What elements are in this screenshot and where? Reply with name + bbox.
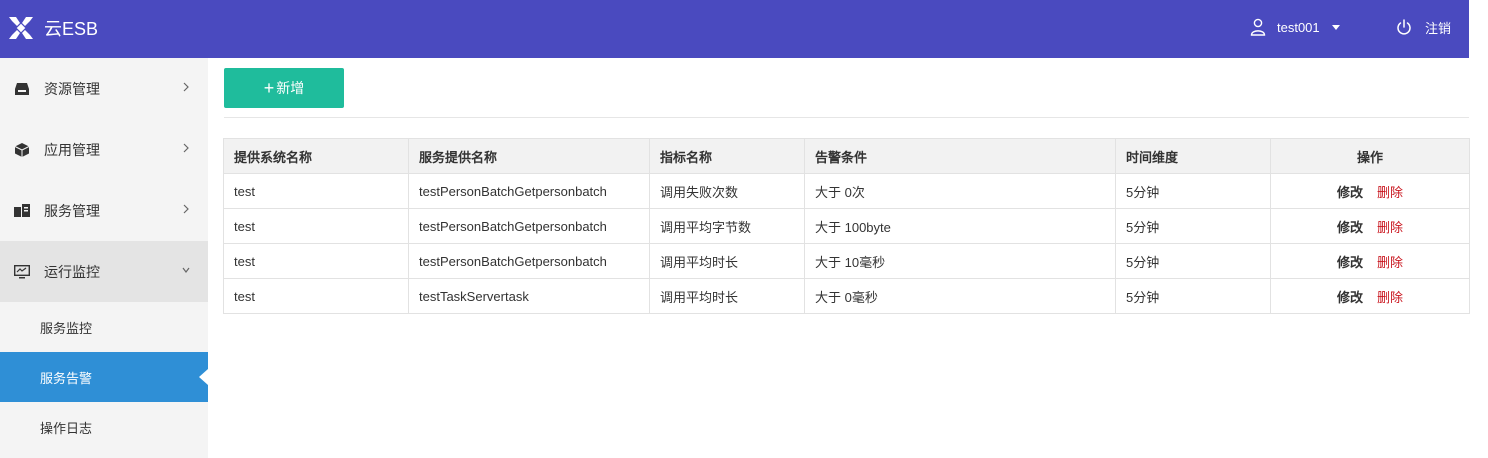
table-row: test testPersonBatchGetpersonbatch 调用平均时… [223,243,1470,279]
cell-metric: 调用失败次数 [649,173,805,209]
cell-service: testPersonBatchGetpersonbatch [408,243,650,279]
table-row: test testPersonBatchGetpersonbatch 调用失败次… [223,173,1470,209]
app-title: 云ESB [44,19,99,39]
divider [224,117,1469,118]
cell-service: testPersonBatchGetpersonbatch [408,208,650,244]
edit-link[interactable]: 修改 [1337,220,1363,235]
sidebar-subitem-service-alert[interactable]: 服务告警 [0,352,208,402]
cell-condition: 大于 0次 [804,173,1116,209]
server-icon [14,203,30,218]
cell-metric: 调用平均时长 [649,278,805,314]
cell-actions: 修改 删除 [1270,278,1470,314]
column-header: 时间维度 [1115,138,1271,174]
sidebar-item-label: 应用管理 [44,141,100,158]
top-header: 云ESB test001 注销 [0,0,1469,58]
cell-actions: 修改 删除 [1270,208,1470,244]
caret-down-icon [1331,24,1340,30]
alert-table: 提供系统名称 服务提供名称 指标名称 告警条件 时间维度 操作 test tes… [223,138,1470,314]
sidebar-item-label: 服务管理 [44,202,100,219]
inbox-icon [14,82,30,96]
cell-window: 5分钟 [1115,173,1271,209]
user-name: test001 [1277,19,1320,35]
column-header: 操作 [1270,138,1470,174]
cell-system: test [223,173,409,209]
chevron-right-icon [183,82,189,92]
column-header: 告警条件 [804,138,1116,174]
logout-label: 注销 [1425,20,1452,36]
sidebar-item-label: 运行监控 [44,263,100,280]
cell-system: test [223,243,409,279]
column-header: 服务提供名称 [408,138,650,174]
app-logo[interactable]: 云ESB [6,13,98,43]
cell-condition: 大于 100byte [804,208,1116,244]
sidebar-subitem-label: 操作日志 [40,420,93,436]
delete-link[interactable]: 删除 [1377,255,1403,270]
cell-actions: 修改 删除 [1270,243,1470,279]
cell-window: 5分钟 [1115,208,1271,244]
edit-link[interactable]: 修改 [1337,185,1363,200]
cell-actions: 修改 删除 [1270,173,1470,209]
chevron-down-icon [182,267,190,273]
cell-metric: 调用平均时长 [649,243,805,279]
add-button-label: 新增 [276,80,305,96]
logo-icon [9,17,33,39]
plus-icon: + [263,78,275,98]
user-icon [1250,18,1266,36]
logout-button[interactable]: 注销 [1396,16,1451,38]
cell-window: 5分钟 [1115,243,1271,279]
edit-link[interactable]: 修改 [1337,255,1363,270]
sidebar-item-resource-management[interactable]: 资源管理 [0,58,208,119]
power-icon [1397,19,1411,35]
chevron-right-icon [183,204,189,214]
delete-link[interactable]: 删除 [1377,185,1403,200]
cell-window: 5分钟 [1115,278,1271,314]
cell-condition: 大于 10毫秒 [804,243,1116,279]
sidebar-subitem-service-monitor[interactable]: 服务监控 [0,302,208,352]
cell-condition: 大于 0毫秒 [804,278,1116,314]
cell-service: testTaskServertask [408,278,650,314]
sidebar-subitem-label: 服务监控 [40,320,93,336]
table-row: test testPersonBatchGetpersonbatch 调用平均字… [223,208,1470,244]
delete-link[interactable]: 删除 [1377,290,1403,305]
cube-icon [14,142,30,157]
add-button[interactable]: + 新增 [224,68,344,108]
chevron-right-icon [183,143,189,153]
sidebar: 资源管理 应用管理 服务管理 运行监控 服务监控 服务告警 操作日志 [0,58,208,458]
table-header-row: 提供系统名称 服务提供名称 指标名称 告警条件 时间维度 操作 [223,138,1470,174]
edit-link[interactable]: 修改 [1337,290,1363,305]
sidebar-subitem-operation-log[interactable]: 操作日志 [0,402,208,452]
table-row: test testTaskServertask 调用平均时长 大于 0毫秒 5分… [223,278,1470,314]
app-root: 云ESB test001 注销 资源管理 应用管理 服务管理 运行监控 服务监控… [0,0,1488,458]
delete-link[interactable]: 删除 [1377,220,1403,235]
cell-system: test [223,208,409,244]
sidebar-item-service-management[interactable]: 服务管理 [0,180,208,241]
cell-service: testPersonBatchGetpersonbatch [408,173,650,209]
sidebar-item-label: 资源管理 [44,80,100,97]
cell-metric: 调用平均字节数 [649,208,805,244]
user-menu[interactable]: test001 [1250,16,1340,38]
cell-system: test [223,278,409,314]
sidebar-item-runtime-monitoring[interactable]: 运行监控 [0,241,208,302]
monitor-icon [14,264,30,279]
sidebar-subitem-label: 服务告警 [40,370,93,386]
column-header: 指标名称 [649,138,805,174]
column-header: 提供系统名称 [223,138,409,174]
sidebar-item-app-management[interactable]: 应用管理 [0,119,208,180]
